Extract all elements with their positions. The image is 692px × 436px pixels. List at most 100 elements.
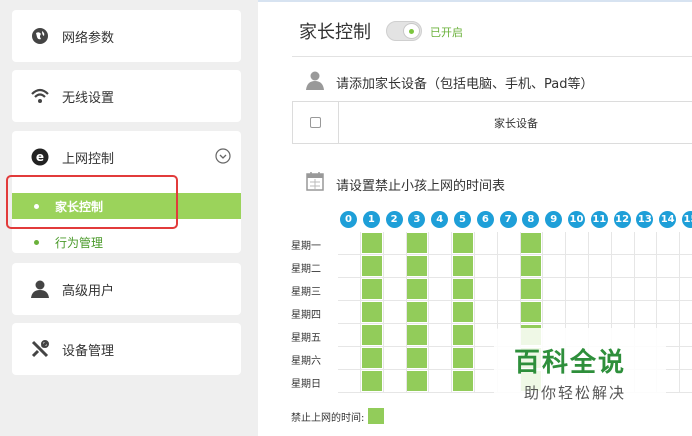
schedule-cell[interactable] xyxy=(406,232,430,255)
schedule-cell[interactable] xyxy=(360,278,384,301)
schedule-cell[interactable] xyxy=(429,301,453,324)
schedule-cell[interactable] xyxy=(360,324,384,347)
schedule-cell[interactable] xyxy=(474,255,498,278)
sidebar-item-wireless[interactable]: 无线设置 xyxy=(12,70,241,122)
schedule-cell[interactable] xyxy=(474,232,498,255)
schedule-cell[interactable] xyxy=(360,232,384,255)
schedule-cell[interactable] xyxy=(566,278,589,301)
schedule-cell[interactable] xyxy=(497,278,521,301)
schedule-cell[interactable] xyxy=(588,255,612,278)
schedule-cell[interactable] xyxy=(680,278,692,301)
sidebar-item-advanced-users[interactable]: 高级用户 xyxy=(12,263,241,315)
hour-label-8[interactable]: 8 xyxy=(522,211,540,228)
schedule-cell[interactable] xyxy=(406,301,430,324)
schedule-cell[interactable] xyxy=(452,232,475,255)
schedule-cell[interactable] xyxy=(429,347,453,370)
schedule-cell[interactable] xyxy=(680,347,692,370)
schedule-cell[interactable] xyxy=(338,301,361,324)
schedule-cell[interactable] xyxy=(452,278,475,301)
hour-label-3[interactable]: 3 xyxy=(408,211,426,228)
hour-label-12[interactable]: 12 xyxy=(613,211,631,228)
schedule-cell[interactable] xyxy=(497,232,521,255)
sidebar-item-network[interactable]: 网络参数 xyxy=(12,10,241,62)
schedule-cell[interactable] xyxy=(520,255,544,278)
hour-label-2[interactable]: 2 xyxy=(385,211,403,228)
hour-label-13[interactable]: 13 xyxy=(636,211,654,228)
schedule-cell[interactable] xyxy=(657,232,681,255)
schedule-cell[interactable] xyxy=(338,347,361,370)
select-all-checkbox[interactable] xyxy=(310,117,321,128)
hour-label-7[interactable]: 7 xyxy=(499,211,517,228)
schedule-cell[interactable] xyxy=(429,324,453,347)
schedule-cell[interactable] xyxy=(497,255,521,278)
schedule-cell[interactable] xyxy=(452,347,475,370)
schedule-cell[interactable] xyxy=(611,232,635,255)
schedule-cell[interactable] xyxy=(611,301,635,324)
schedule-cell[interactable] xyxy=(520,278,544,301)
parental-control-toggle[interactable] xyxy=(386,21,422,41)
schedule-cell[interactable] xyxy=(452,301,475,324)
sidebar-subitem-behavior-management[interactable]: 行为管理 xyxy=(12,229,241,255)
schedule-cell[interactable] xyxy=(680,301,692,324)
schedule-cell[interactable] xyxy=(429,232,453,255)
schedule-cell[interactable] xyxy=(680,255,692,278)
schedule-cell[interactable] xyxy=(566,255,589,278)
schedule-cell[interactable] xyxy=(429,255,453,278)
schedule-cell[interactable] xyxy=(634,301,658,324)
schedule-cell[interactable] xyxy=(383,301,407,324)
schedule-cell[interactable] xyxy=(406,278,430,301)
hour-label-9[interactable]: 9 xyxy=(545,211,563,228)
schedule-cell[interactable] xyxy=(634,255,658,278)
schedule-cell[interactable] xyxy=(520,232,544,255)
hour-label-15[interactable]: 15 xyxy=(682,211,692,228)
schedule-cell[interactable] xyxy=(611,278,635,301)
schedule-cell[interactable] xyxy=(360,370,384,393)
schedule-cell[interactable] xyxy=(338,324,361,347)
schedule-cell[interactable] xyxy=(338,278,361,301)
schedule-cell[interactable] xyxy=(383,324,407,347)
schedule-cell[interactable] xyxy=(588,278,612,301)
hour-label-6[interactable]: 6 xyxy=(476,211,494,228)
chevron-down-icon[interactable] xyxy=(215,148,231,164)
schedule-cell[interactable] xyxy=(566,301,589,324)
schedule-cell[interactable] xyxy=(406,370,430,393)
schedule-cell[interactable] xyxy=(543,232,567,255)
schedule-cell[interactable] xyxy=(474,278,498,301)
schedule-cell[interactable] xyxy=(360,255,384,278)
schedule-cell[interactable] xyxy=(383,347,407,370)
schedule-cell[interactable] xyxy=(588,301,612,324)
schedule-cell[interactable] xyxy=(406,255,430,278)
schedule-cell[interactable] xyxy=(497,301,521,324)
schedule-cell[interactable] xyxy=(452,324,475,347)
hour-label-1[interactable]: 1 xyxy=(362,211,380,228)
schedule-cell[interactable] xyxy=(543,301,567,324)
schedule-cell[interactable] xyxy=(634,278,658,301)
schedule-cell[interactable] xyxy=(383,232,407,255)
schedule-cell[interactable] xyxy=(680,370,692,393)
schedule-cell[interactable] xyxy=(543,255,567,278)
schedule-cell[interactable] xyxy=(588,232,612,255)
schedule-cell[interactable] xyxy=(543,278,567,301)
hour-label-5[interactable]: 5 xyxy=(454,211,471,228)
schedule-cell[interactable] xyxy=(338,232,361,255)
schedule-cell[interactable] xyxy=(338,370,361,393)
hour-label-0[interactable]: 0 xyxy=(340,211,357,228)
schedule-cell[interactable] xyxy=(611,255,635,278)
schedule-cell[interactable] xyxy=(657,255,681,278)
schedule-cell[interactable] xyxy=(452,370,475,393)
schedule-cell[interactable] xyxy=(429,278,453,301)
schedule-cell[interactable] xyxy=(657,301,681,324)
schedule-cell[interactable] xyxy=(680,324,692,347)
hour-label-11[interactable]: 11 xyxy=(590,211,608,228)
schedule-cell[interactable] xyxy=(657,278,681,301)
schedule-cell[interactable] xyxy=(360,301,384,324)
schedule-cell[interactable] xyxy=(383,255,407,278)
sidebar-item-device-management[interactable]: 设备管理 xyxy=(12,323,241,375)
schedule-cell[interactable] xyxy=(566,232,589,255)
schedule-cell[interactable] xyxy=(452,255,475,278)
schedule-cell[interactable] xyxy=(406,347,430,370)
schedule-cell[interactable] xyxy=(383,278,407,301)
schedule-cell[interactable] xyxy=(474,301,498,324)
hour-label-4[interactable]: 4 xyxy=(431,211,449,228)
schedule-cell[interactable] xyxy=(338,255,361,278)
